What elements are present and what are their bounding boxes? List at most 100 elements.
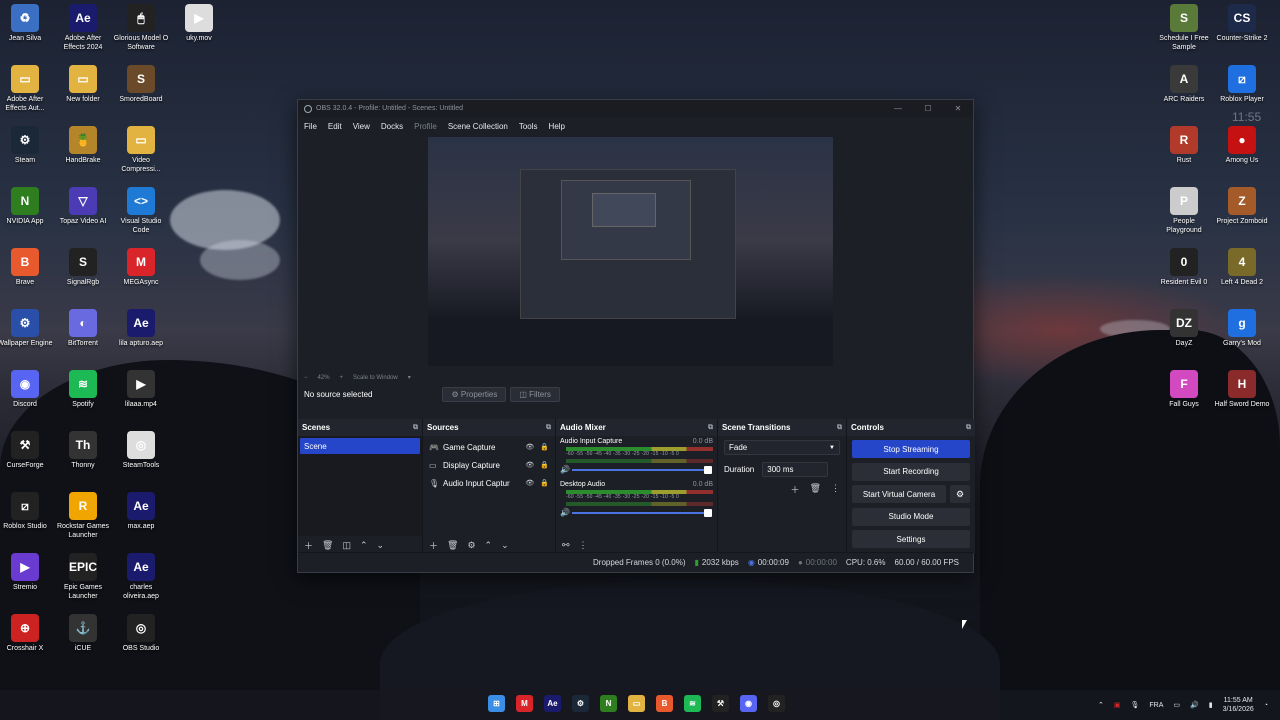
chevron-down-icon[interactable]: ▾ — [408, 374, 411, 381]
menu-docks[interactable]: Docks — [381, 122, 403, 131]
add-icon[interactable]: ＋ — [429, 539, 438, 552]
close-icon[interactable]: ✕ — [943, 104, 973, 113]
desktop-icon[interactable]: M MEGAsync — [112, 248, 170, 287]
desktop-icon[interactable]: ⚒ CurseForge — [0, 431, 54, 470]
menu-profile[interactable]: Profile — [414, 122, 437, 131]
trash-icon[interactable]: 🗑 — [322, 540, 333, 551]
speaker-icon[interactable]: 🔊 — [560, 465, 572, 474]
windows-start-icon[interactable]: ⊞ — [488, 695, 505, 712]
duration-input[interactable]: 300 ms — [762, 462, 829, 477]
scene-item[interactable]: Scene — [300, 438, 420, 454]
lock-icon[interactable]: 🔒 — [540, 461, 549, 469]
source-item[interactable]: ▭ Display Capture 👁 🔒 — [423, 456, 555, 474]
settings-button[interactable]: Settings — [852, 530, 970, 548]
desktop-icon[interactable]: R Rust — [1155, 126, 1213, 165]
undock-icon[interactable]: ⧉ — [413, 424, 418, 432]
desktop-icon[interactable]: H Half Sword Demo — [1213, 370, 1271, 409]
desktop-icon[interactable]: ◎ SteamTools — [112, 431, 170, 470]
desktop-icon[interactable]: ▽ Topaz Video AI — [54, 187, 112, 226]
zoom-out-icon[interactable]: − — [304, 375, 308, 381]
desktop-icon[interactable]: ◐ BitTorrent — [54, 309, 112, 348]
desktop-icon[interactable]: S SignalRgb — [54, 248, 112, 287]
mega-tray-icon[interactable]: ▣ — [1114, 701, 1121, 709]
curseforge-icon[interactable]: ⚒ — [712, 695, 729, 712]
volume-slider[interactable] — [572, 508, 712, 517]
desktop-icon[interactable]: 0 Resident Evil 0 — [1155, 248, 1213, 287]
move-down-icon[interactable]: ⌄ — [377, 540, 385, 551]
move-down-icon[interactable]: ⌄ — [501, 540, 509, 551]
lock-icon[interactable]: 🔒 — [540, 443, 549, 451]
clock[interactable]: 11:55 AM 3/16/2026 — [1223, 696, 1254, 714]
file-explorer-icon[interactable]: ▭ — [628, 695, 645, 712]
desktop-icon[interactable]: 4 Left 4 Dead 2 — [1213, 248, 1271, 287]
transition-select[interactable]: Fade ▼ — [724, 440, 840, 455]
desktop-icon[interactable]: F Fall Guys — [1155, 370, 1213, 409]
desktop-icon[interactable]: Th Thonny — [54, 431, 112, 470]
zoom-in-icon[interactable]: + — [340, 375, 344, 381]
menu-view[interactable]: View — [353, 122, 370, 131]
menu-tools[interactable]: Tools — [519, 122, 538, 131]
slider-knob[interactable] — [704, 508, 712, 517]
desktop-icon[interactable]: ▶ lilaaa.mp4 — [112, 370, 170, 409]
eye-icon[interactable]: 👁 — [525, 479, 534, 487]
preview-canvas[interactable] — [428, 137, 833, 366]
menu-edit[interactable]: Edit — [328, 122, 342, 131]
menu-scene-collection[interactable]: Scene Collection — [448, 122, 508, 131]
desktop-icon[interactable]: ◎ OBS Studio — [112, 614, 170, 653]
undock-icon[interactable]: ⧉ — [966, 424, 971, 432]
desktop-icon[interactable]: ⧄ Roblox Player — [1213, 65, 1271, 104]
chevron-up-icon[interactable]: ⌃ — [1098, 701, 1104, 709]
more-icon[interactable]: ⋮ — [579, 540, 588, 551]
undock-icon[interactable]: ⧉ — [546, 424, 551, 432]
start-recording-button[interactable]: Start Recording — [852, 462, 970, 481]
desktop-icon[interactable]: Ae lila apturo.aep — [112, 309, 170, 348]
start-virtual-camera-button[interactable]: Start Virtual Camera — [852, 485, 946, 503]
obs-window[interactable]: OBS 32.0.4 - Profile: Untitled - Scenes:… — [297, 99, 975, 573]
desktop-icon[interactable]: ▭ Adobe After Effects Aut... — [0, 65, 54, 113]
link-icon[interactable]: ⚯ — [562, 540, 570, 551]
move-up-icon[interactable]: ⌃ — [485, 540, 493, 551]
desktop-icon[interactable]: ⊕ Crosshair X — [0, 614, 54, 653]
filters-button[interactable]: ◫ Filters — [510, 386, 560, 402]
desktop-icon[interactable]: Ae charles oliveira.aep — [112, 553, 170, 601]
studio-mode-button[interactable]: Studio Mode — [852, 507, 970, 526]
minimize-icon[interactable]: — — [883, 104, 913, 113]
gear-icon[interactable]: ⚙ — [950, 485, 970, 503]
desktop-icon[interactable]: 🍍 HandBrake — [54, 126, 112, 165]
desktop-icon[interactable]: ♻ Jean Silva — [0, 4, 54, 43]
desktop-icon[interactable]: ◉ Discord — [0, 370, 54, 409]
desktop-icon[interactable]: A ARC Raiders — [1155, 65, 1213, 104]
desktop-icon[interactable]: 🖱 Glorious Model O Software — [112, 4, 170, 52]
desktop-icon[interactable]: Z Project Zomboid — [1213, 187, 1271, 226]
mega-icon[interactable]: M — [516, 695, 533, 712]
slider-knob[interactable] — [704, 465, 712, 474]
volume-icon[interactable]: 🔊 — [1190, 701, 1199, 709]
desktop-icon[interactable]: ▶ uky.mov — [170, 4, 228, 43]
title-bar[interactable]: OBS 32.0.4 - Profile: Untitled - Scenes:… — [298, 100, 973, 117]
desktop-icon[interactable]: ▭ New folder — [54, 65, 112, 104]
source-item[interactable]: 🎮 Game Capture 👁 🔒 — [423, 438, 555, 456]
discord-icon[interactable]: ◉ — [740, 695, 757, 712]
network-icon[interactable]: ▭ — [1173, 701, 1180, 709]
desktop-icon[interactable]: Ae max.aep — [112, 492, 170, 531]
microphone-icon[interactable]: 🎙 — [1131, 701, 1140, 709]
nvidia-icon[interactable]: N — [600, 695, 617, 712]
desktop-icon[interactable]: ⚙ Steam — [0, 126, 54, 165]
desktop-icon[interactable]: ⧄ Roblox Studio — [0, 492, 54, 531]
trash-icon[interactable]: 🗑 — [810, 483, 821, 496]
desktop-icon[interactable]: <> Visual Studio Code — [112, 187, 170, 235]
stop-streaming-button[interactable]: Stop Streaming — [852, 440, 970, 458]
language-indicator[interactable]: FRA — [1149, 702, 1163, 709]
speaker-icon[interactable]: 🔊 — [560, 508, 572, 517]
gear-icon[interactable]: ⚙ — [467, 540, 475, 551]
lock-icon[interactable]: 🔒 — [540, 479, 549, 487]
desktop-icon[interactable]: Ae Adobe After Effects 2024 — [54, 4, 112, 52]
desktop-icon[interactable]: ▶ Stremio — [0, 553, 54, 592]
desktop-icon[interactable]: P People Playground — [1155, 187, 1213, 235]
filter-icon[interactable]: ◫ — [342, 540, 351, 551]
add-icon[interactable]: ＋ — [791, 483, 800, 496]
desktop-icon[interactable]: DZ DayZ — [1155, 309, 1213, 348]
add-icon[interactable]: ＋ — [304, 539, 313, 552]
maximize-icon[interactable]: ☐ — [913, 104, 943, 113]
desktop-icon[interactable]: g Garry's Mod — [1213, 309, 1271, 348]
